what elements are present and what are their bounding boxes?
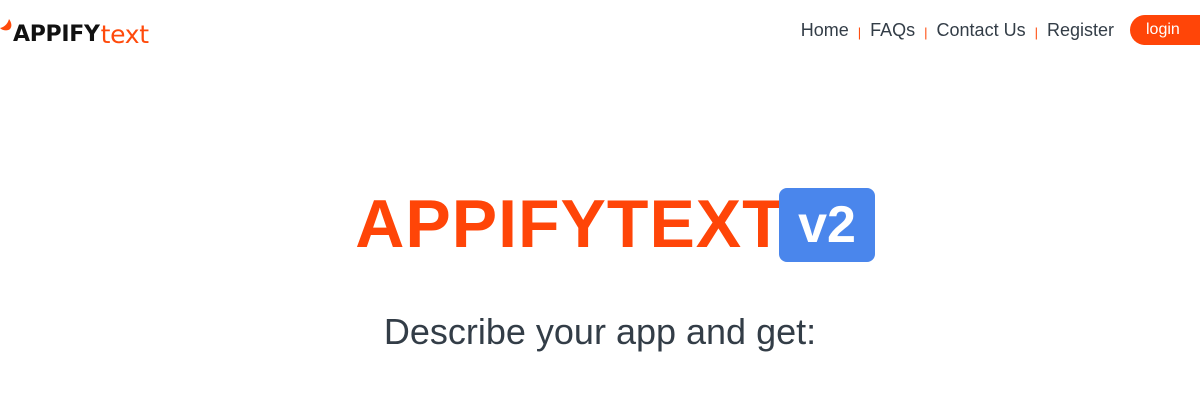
- hero-heading: APPIFYTEXT: [0, 186, 1200, 262]
- nav-link-home[interactable]: Home: [801, 20, 849, 41]
- nav-separator: |: [857, 24, 862, 40]
- login-button[interactable]: login: [1130, 15, 1200, 45]
- logo-suffix-text: text: [100, 19, 149, 49]
- hero-subtitle: Describe your app and get:: [383, 311, 817, 352]
- nav-link-faqs[interactable]: FAQs: [870, 20, 915, 41]
- nav-link-contact-us[interactable]: Contact Us: [937, 20, 1026, 41]
- flame-icon: [0, 19, 12, 49]
- logo-brand-text: APPIFY: [13, 21, 100, 47]
- page: APPIFY text Home | FAQs | Contact Us | R…: [0, 0, 1200, 400]
- main-nav: Home | FAQs | Contact Us | Register logi…: [801, 14, 1200, 46]
- site-logo[interactable]: APPIFY text: [0, 14, 149, 54]
- nav-separator: |: [1034, 24, 1038, 40]
- nav-link-register[interactable]: Register: [1047, 20, 1114, 41]
- version-badge: v2: [779, 188, 875, 262]
- nav-separator: |: [924, 24, 928, 40]
- hero-title: APPIFYTEXT: [355, 186, 785, 262]
